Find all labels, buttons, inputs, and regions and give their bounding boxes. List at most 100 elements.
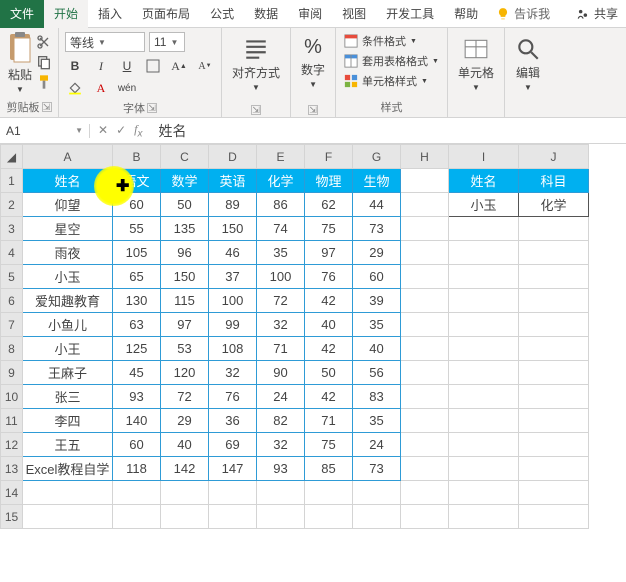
cell[interactable]: 37: [209, 265, 257, 289]
cut-icon[interactable]: [36, 34, 52, 50]
paste-button[interactable]: 粘贴 ▼: [6, 32, 34, 94]
row-header[interactable]: 14: [1, 481, 23, 505]
cell[interactable]: 32: [257, 433, 305, 457]
cell[interactable]: [353, 481, 401, 505]
font-size-combo[interactable]: 11▼: [149, 32, 185, 52]
cell[interactable]: [449, 361, 519, 385]
cell[interactable]: [449, 313, 519, 337]
cell[interactable]: [449, 337, 519, 361]
share-button[interactable]: 共享: [568, 5, 626, 22]
cell[interactable]: 60: [113, 193, 161, 217]
number-button[interactable]: % 数字 ▼: [297, 32, 329, 93]
cell[interactable]: [113, 505, 161, 529]
enter-icon[interactable]: ✓: [116, 123, 126, 137]
tab-review[interactable]: 审阅: [288, 0, 332, 28]
tab-view[interactable]: 视图: [332, 0, 376, 28]
cell[interactable]: 35: [353, 409, 401, 433]
row-header[interactable]: 10: [1, 385, 23, 409]
cell[interactable]: 108: [209, 337, 257, 361]
tab-home[interactable]: 开始: [44, 0, 88, 28]
cell[interactable]: 姓名: [23, 169, 113, 193]
cell[interactable]: [449, 385, 519, 409]
cell[interactable]: 142: [161, 457, 209, 481]
cell[interactable]: 100: [209, 289, 257, 313]
cell[interactable]: 71: [305, 409, 353, 433]
cell[interactable]: 42: [305, 385, 353, 409]
cell[interactable]: 118: [113, 457, 161, 481]
cell[interactable]: 语文: [113, 169, 161, 193]
cell[interactable]: 35: [353, 313, 401, 337]
cell[interactable]: [519, 385, 589, 409]
cell[interactable]: 76: [209, 385, 257, 409]
cell[interactable]: 小王: [23, 337, 113, 361]
cell[interactable]: 72: [161, 385, 209, 409]
cell[interactable]: 24: [353, 433, 401, 457]
cell[interactable]: 40: [305, 313, 353, 337]
cell[interactable]: 王麻子: [23, 361, 113, 385]
cell[interactable]: [401, 169, 449, 193]
cell[interactable]: 物理: [305, 169, 353, 193]
cell[interactable]: [449, 217, 519, 241]
col-header[interactable]: E: [257, 145, 305, 169]
col-header[interactable]: G: [353, 145, 401, 169]
cell[interactable]: 29: [161, 409, 209, 433]
cell[interactable]: 130: [113, 289, 161, 313]
cell[interactable]: 97: [161, 313, 209, 337]
cell[interactable]: 仰望: [23, 193, 113, 217]
cell[interactable]: [257, 481, 305, 505]
align-button[interactable]: 对齐方式 ▼: [228, 32, 284, 96]
cell[interactable]: 化学: [519, 193, 589, 217]
tell-me[interactable]: 告诉我: [488, 5, 558, 22]
cell[interactable]: [257, 505, 305, 529]
border-button[interactable]: [143, 56, 163, 76]
font-color-button[interactable]: A: [91, 78, 111, 98]
cell[interactable]: 55: [113, 217, 161, 241]
cell[interactable]: 65: [113, 265, 161, 289]
cell[interactable]: 32: [257, 313, 305, 337]
cell[interactable]: [401, 241, 449, 265]
font-name-combo[interactable]: 等线▼: [65, 32, 145, 52]
cell[interactable]: 62: [305, 193, 353, 217]
col-header[interactable]: F: [305, 145, 353, 169]
cell[interactable]: [519, 337, 589, 361]
cell[interactable]: [305, 481, 353, 505]
cell[interactable]: 32: [209, 361, 257, 385]
cells-button[interactable]: 单元格 ▼: [454, 32, 498, 96]
cell[interactable]: 63: [113, 313, 161, 337]
cell[interactable]: 小玉: [449, 193, 519, 217]
table-format-button[interactable]: 套用表格格式▼: [342, 52, 441, 70]
tab-data[interactable]: 数据: [244, 0, 288, 28]
row-header[interactable]: 15: [1, 505, 23, 529]
cell[interactable]: 72: [257, 289, 305, 313]
cell[interactable]: 86: [257, 193, 305, 217]
cell[interactable]: 40: [161, 433, 209, 457]
cell[interactable]: [353, 505, 401, 529]
cell[interactable]: 56: [353, 361, 401, 385]
cell[interactable]: [209, 505, 257, 529]
cell[interactable]: 44: [353, 193, 401, 217]
cell[interactable]: [449, 289, 519, 313]
grow-font-button[interactable]: A▲: [169, 56, 189, 76]
cell[interactable]: [449, 265, 519, 289]
cell[interactable]: 60: [113, 433, 161, 457]
launcher-icon[interactable]: ⇲: [251, 105, 261, 115]
cell[interactable]: 小鱼儿: [23, 313, 113, 337]
format-painter-icon[interactable]: [36, 74, 52, 90]
col-header[interactable]: H: [401, 145, 449, 169]
cell[interactable]: 24: [257, 385, 305, 409]
cell[interactable]: 46: [209, 241, 257, 265]
launcher-icon[interactable]: ⇲: [147, 103, 157, 113]
underline-button[interactable]: U: [117, 56, 137, 76]
cell[interactable]: 100: [257, 265, 305, 289]
cell[interactable]: 35: [257, 241, 305, 265]
tab-file[interactable]: 文件: [0, 0, 44, 28]
col-header[interactable]: J: [519, 145, 589, 169]
row-header[interactable]: 13: [1, 457, 23, 481]
cell[interactable]: 89: [209, 193, 257, 217]
cell[interactable]: 73: [353, 217, 401, 241]
cell[interactable]: [449, 433, 519, 457]
cell[interactable]: 爱知趣教育: [23, 289, 113, 313]
row-header[interactable]: 4: [1, 241, 23, 265]
cell[interactable]: 化学: [257, 169, 305, 193]
cell[interactable]: [519, 481, 589, 505]
